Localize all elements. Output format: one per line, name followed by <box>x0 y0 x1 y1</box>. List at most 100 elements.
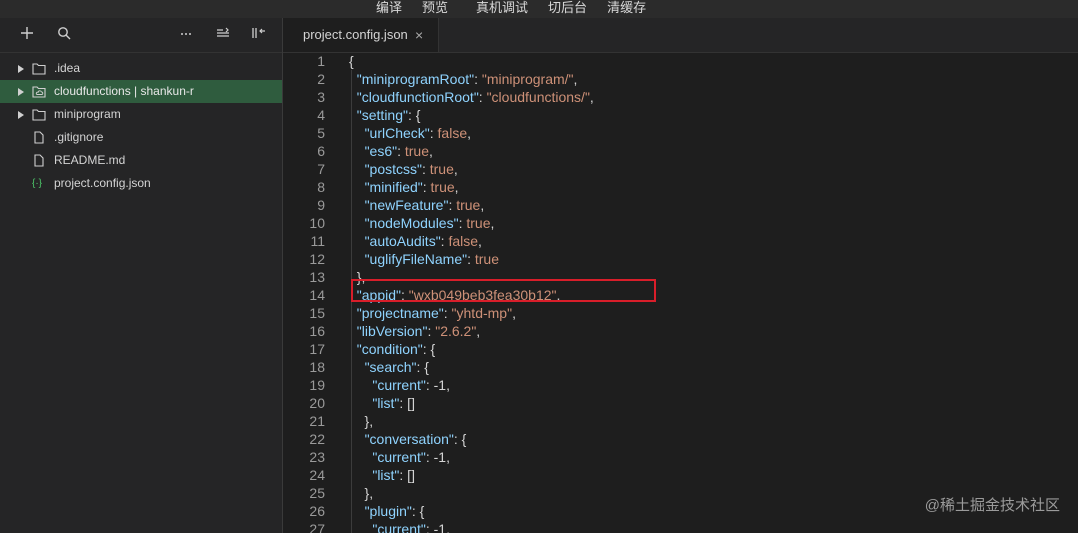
code-line: "projectname": "yhtd-mp", <box>349 304 594 322</box>
code-line: "urlCheck": false, <box>349 124 594 142</box>
code-token: "miniprogramRoot" <box>356 71 475 87</box>
file-icon <box>34 131 44 144</box>
tree-item-miniprogram[interactable]: miniprogram <box>0 103 282 126</box>
highlight-box <box>351 279 656 302</box>
split-back-icon[interactable] <box>250 26 268 44</box>
code-line: "miniprogramRoot": "miniprogram/", <box>349 70 594 88</box>
code-token: "condition" <box>356 341 423 357</box>
code-token: : { <box>422 341 436 357</box>
folder-icon <box>32 63 46 75</box>
line-number: 4 <box>317 107 325 123</box>
code-line: "conversation": { <box>349 430 594 448</box>
code-token: , <box>478 233 482 249</box>
line-number: 25 <box>309 485 325 501</box>
line-number: 5 <box>317 125 325 141</box>
code-line: "libVersion": "2.6.2", <box>349 322 594 340</box>
tree-item-label: project.config.json <box>54 176 151 190</box>
plus-icon[interactable] <box>18 26 36 44</box>
code-token: "urlCheck" <box>364 125 430 141</box>
code-token: "setting" <box>356 107 408 123</box>
code-token: "nodeModules" <box>364 215 459 231</box>
cloud-folder-icon <box>32 86 46 98</box>
code-token: "list" <box>372 467 400 483</box>
code-token: , <box>490 215 495 231</box>
line-number: 1 <box>317 53 325 69</box>
clear-cache-button[interactable]: 清缓存 <box>607 0 646 16</box>
line-number: 14 <box>309 287 325 303</box>
code-token: "plugin" <box>364 503 412 519</box>
code-token: : [] <box>399 467 415 483</box>
code-token: "current" <box>372 521 426 533</box>
line-number: 12 <box>309 251 325 267</box>
code-line: }, <box>349 484 594 502</box>
search-icon[interactable] <box>55 26 73 44</box>
code-token: "current" <box>372 449 426 465</box>
line-number: 22 <box>309 431 325 447</box>
code-token: "list" <box>372 395 400 411</box>
line-number: 21 <box>309 413 325 429</box>
chevron-right-icon[interactable] <box>18 111 24 119</box>
code-line: "condition": { <box>349 340 594 358</box>
code-line: { <box>349 52 594 70</box>
code-area[interactable]: 1 2 3 4 5 6 7 8 9 10 11 12 13 14 15 16 17 18 19 20 21 22 23 24 2… <box>283 52 1078 533</box>
code-line: "autoAudits": false, <box>349 232 594 250</box>
explorer-toolbar <box>0 18 282 53</box>
line-number: 27 <box>309 521 325 533</box>
chevron-right-icon[interactable] <box>18 65 24 73</box>
line-number: 19 <box>309 377 325 393</box>
code-token: true <box>429 161 454 177</box>
code-token: : <box>478 89 487 105</box>
outline-icon[interactable] <box>214 26 232 44</box>
code-token: : -1, <box>425 449 450 465</box>
remote-debug-button[interactable]: 真机调试 <box>476 0 528 16</box>
code-token: : <box>397 143 405 159</box>
code-token: : [] <box>399 395 415 411</box>
tree-item-readme[interactable]: README.md <box>0 149 282 172</box>
tree-item-gitignore[interactable]: .gitignore <box>0 126 282 149</box>
tree-item-idea[interactable]: .idea <box>0 57 282 80</box>
code-token: "uglifyFileName" <box>364 251 468 267</box>
code-token: , <box>454 179 459 195</box>
line-number: 7 <box>317 161 325 177</box>
code-token: "projectname" <box>356 305 444 321</box>
tree-item-label: .idea <box>54 61 81 75</box>
top-menu: 编译 预览 真机调试 切后台 清缓存 <box>376 0 666 16</box>
code-token: : <box>422 179 431 195</box>
code-token: }, <box>349 485 374 501</box>
preview-button[interactable]: 预览 <box>422 0 448 16</box>
chevron-right-icon[interactable] <box>18 88 24 96</box>
code-line: "es6": true, <box>349 142 594 160</box>
code-token: "minified" <box>364 179 423 195</box>
line-number: 15 <box>309 305 325 321</box>
code-line: "minified": true, <box>349 178 594 196</box>
code-token: }, <box>349 413 374 429</box>
tree-item-cloudfunctions[interactable]: cloudfunctions | shankun-r <box>0 80 282 103</box>
editor-pane: project.config.json × 1 2 3 4 5 6 7 8 9 10 11 12 13 1… <box>283 18 1078 533</box>
compile-button[interactable]: 编译 <box>376 0 402 16</box>
tab-project-config[interactable]: project.config.json × <box>283 18 439 52</box>
line-number: 9 <box>317 197 325 213</box>
code-line: "search": { <box>349 358 594 376</box>
background-button[interactable]: 切后台 <box>548 0 587 16</box>
close-icon[interactable]: × <box>415 18 423 52</box>
file-explorer: .idea cloudfunctions | shankun-r minipro… <box>0 18 283 533</box>
tree-item-label: cloudfunctions | shankun-r <box>54 84 194 98</box>
tree-item-project-config[interactable]: {·} project.config.json <box>0 172 282 195</box>
code-token: : { <box>416 359 429 375</box>
tree-item-label: README.md <box>54 153 126 167</box>
more-icon[interactable] <box>177 26 195 44</box>
code-token: false <box>448 233 479 249</box>
line-number: 20 <box>309 395 325 411</box>
line-number: 3 <box>317 89 325 105</box>
code-token: "autoAudits" <box>364 233 441 249</box>
code-line: "uglifyFileName": true <box>349 250 594 268</box>
tree-item-label: miniprogram <box>54 107 121 121</box>
